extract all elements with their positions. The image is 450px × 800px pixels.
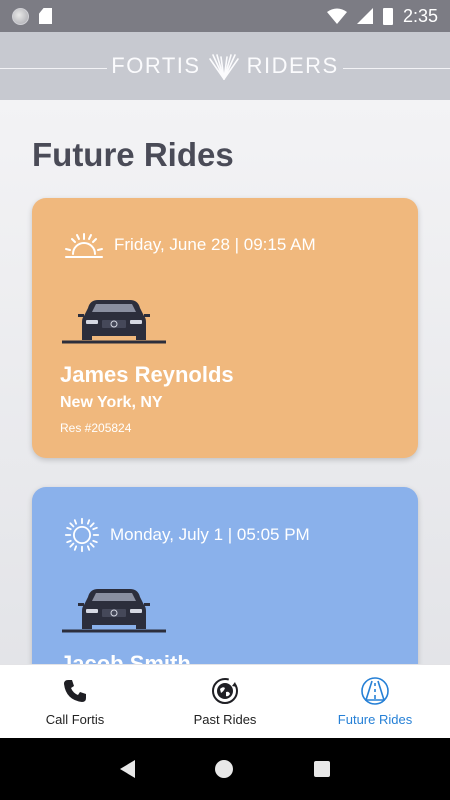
status-left-icons — [12, 7, 52, 25]
sd-card-icon — [39, 8, 52, 24]
signal-icon — [356, 8, 373, 24]
system-navigation-bar — [0, 738, 450, 800]
nav-call-fortis[interactable]: Call Fortis — [0, 665, 150, 738]
bottom-navigation: Call Fortis Past Rides Future Rides — [0, 664, 450, 738]
rider-name: Jacob Smith — [60, 651, 191, 664]
brand-divider-right — [343, 68, 450, 69]
sun-icon — [64, 517, 100, 553]
brand-text-right: RIDERS — [246, 53, 339, 78]
brand-logo: FORTIS RIDERS — [111, 49, 338, 83]
ride-datetime-row: Friday, June 28 | 09:15 AM — [64, 228, 316, 262]
status-right-icons: 2:35 — [326, 5, 438, 27]
phone-icon — [64, 680, 86, 702]
app-header: FORTIS RIDERS — [0, 32, 450, 100]
back-icon[interactable] — [120, 760, 136, 778]
ride-card[interactable]: Monday, July 1 | 05:05 PM Jacob Smith — [32, 487, 418, 664]
wifi-icon — [326, 8, 347, 24]
car-front-icon — [62, 300, 166, 344]
nav-label: Call Fortis — [45, 712, 105, 727]
page-title: Future Rides — [32, 136, 234, 173]
ride-datetime: Friday, June 28 | 09:15 AM — [114, 235, 316, 254]
rider-name: James Reynolds — [60, 362, 234, 387]
home-icon[interactable] — [215, 760, 234, 778]
road-icon — [361, 677, 389, 705]
status-time: 2:35 — [402, 5, 438, 26]
ride-location: New York, NY — [60, 394, 163, 411]
future-rides-list[interactable]: Future Rides Friday, June 28 | 09:15 AM — [0, 100, 450, 664]
reservation-number: Res #205824 — [60, 421, 132, 435]
wings-logo-icon — [208, 54, 239, 80]
sunrise-icon — [65, 233, 103, 258]
nav-label: Future Rides — [337, 712, 413, 727]
status-bar: 2:35 — [0, 0, 450, 32]
nav-future-rides[interactable]: Future Rides — [300, 665, 450, 738]
globe-history-icon — [212, 678, 238, 704]
ride-datetime: Monday, July 1 | 05:05 PM — [110, 525, 310, 544]
nav-past-rides[interactable]: Past Rides — [150, 665, 300, 738]
recent-apps-icon[interactable] — [313, 761, 330, 777]
notification-dot-icon — [12, 7, 29, 25]
ride-card[interactable]: Friday, June 28 | 09:15 AM James Reynold… — [32, 198, 418, 458]
ride-datetime-row: Monday, July 1 | 05:05 PM — [64, 517, 310, 553]
nav-label: Past Rides — [193, 712, 257, 727]
brand-text-left: FORTIS — [111, 53, 201, 78]
car-front-icon — [62, 589, 166, 633]
brand-divider-left — [0, 68, 107, 69]
battery-icon — [382, 7, 393, 25]
